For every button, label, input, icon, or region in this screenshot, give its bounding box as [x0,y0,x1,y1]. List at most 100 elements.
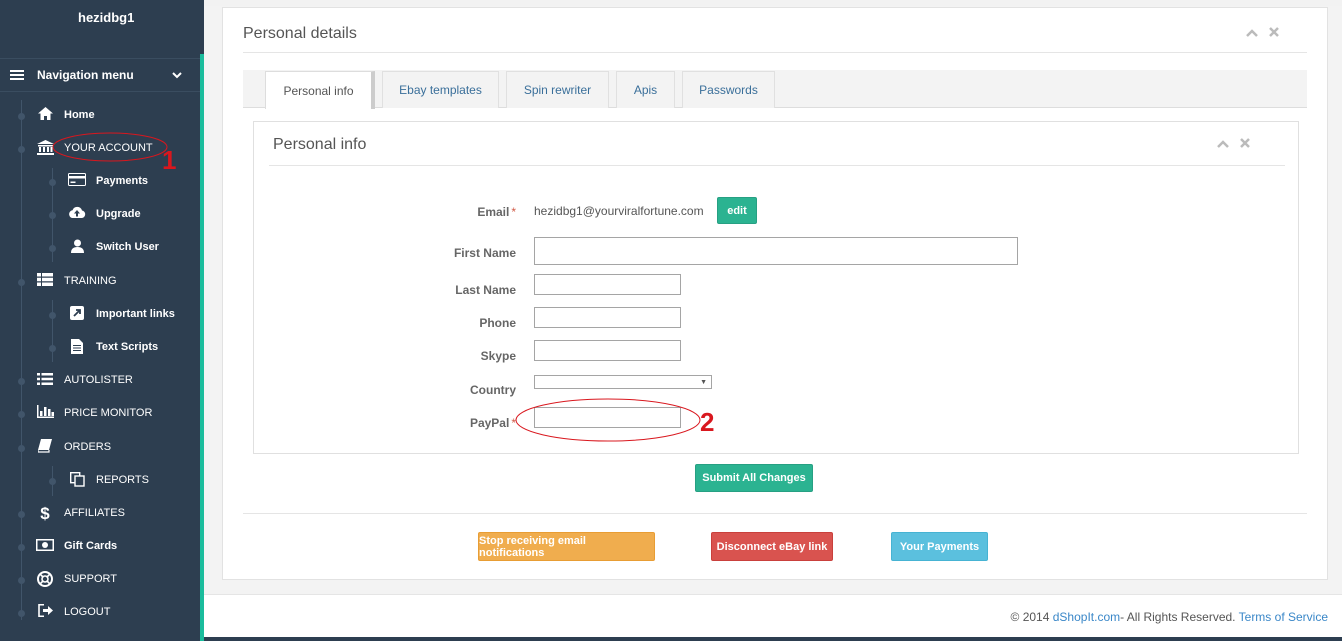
your-payments-button[interactable]: Your Payments [891,532,988,561]
divider [269,165,1285,166]
nav-dot [18,378,25,385]
nav-item-label: Important links [96,308,175,320]
menu-icon [10,70,24,80]
nav-item-important-links[interactable]: Important links [0,304,200,326]
tab-ebay-templates[interactable]: Ebay templates [382,71,499,108]
email-label: Email * [366,205,516,219]
nav-item-support[interactable]: SUPPORT [0,569,200,591]
nav-dot [49,245,56,252]
nav-item-price-monitor[interactable]: PRICE MONITOR [0,403,200,425]
submit-all-changes-button[interactable]: Submit All Changes [695,464,813,492]
first-name-input[interactable] [534,237,1018,265]
nav-item-label: REPORTS [96,474,149,486]
credit-card-icon [68,173,86,191]
nav-dot [49,312,56,319]
nav-item-affiliates[interactable]: $ AFFILIATES [0,503,200,525]
annotation-ellipse [515,398,701,442]
nav-item-upgrade[interactable]: Upgrade [0,204,200,226]
nav-item-switch-user[interactable]: Switch User [0,237,200,259]
annotation-number-2: 2 [700,407,715,437]
rights-text: - All Rights Reserved. [1120,610,1236,624]
skype-label: Skype [480,349,516,363]
nav-dot [18,411,25,418]
nav-item-label: Gift Cards [64,540,118,552]
nav-item-label: AFFILIATES [64,507,125,519]
close-icon[interactable] [1269,26,1279,40]
nav-item-text-scripts[interactable]: Text Scripts [0,337,200,359]
nav-dot [18,610,25,617]
brand-link[interactable]: dShopIt.com [1053,610,1120,624]
phone-label: Phone [479,316,516,330]
nav-dot [49,179,56,186]
skype-input[interactable] [534,340,681,361]
tab-passwords[interactable]: Passwords [682,71,775,108]
edit-email-button[interactable]: edit [717,197,757,224]
nav-dot [18,544,25,551]
list-ul-icon [36,372,54,390]
bar-chart-icon [36,405,54,423]
panel-tools [1245,26,1279,40]
nav-item-label: Home [64,109,95,121]
nav-dot [18,279,25,286]
personal-info-box: Personal info Email * hezidbg1@yourviralf… [253,121,1299,454]
cloud-upload-icon [68,206,86,224]
navigation-menu-label: Navigation menu [37,68,134,82]
nav-item-label: SUPPORT [64,573,117,585]
nav-item-logout[interactable]: LOGOUT [0,602,200,624]
copyright: © 2014 [1010,610,1050,624]
annotation-ellipse [52,132,168,162]
chevron-down-icon [172,68,182,82]
annotation-number-1: 1 [162,145,177,175]
nav-item-label: LOGOUT [64,606,111,618]
last-name-input[interactable] [534,274,681,295]
sidebar-accent-bar [200,54,204,641]
close-icon[interactable] [1240,137,1250,151]
nav-dot [49,478,56,485]
dropdown-arrow-icon: ▼ [700,379,707,386]
paypal-label-text: PayPal [469,416,510,430]
nav-item-label: Payments [96,175,148,187]
phone-input[interactable] [534,307,681,328]
nav-item-home[interactable]: Home [0,105,200,127]
collapse-icon[interactable] [1245,26,1269,40]
nav-item-gift-cards[interactable]: Gift Cards [0,536,200,558]
footer-text: © 2014 dShopIt.com- All Rights Reserved.… [1011,610,1328,624]
collapse-icon[interactable] [1216,137,1240,151]
username: hezidbg1 [78,10,135,25]
nav-item-label: Switch User [96,241,159,253]
divider [243,52,1307,53]
tab-bar: Personal info Ebay templates Spin rewrit… [243,70,1307,109]
nav-item-label: TRAINING [64,275,117,287]
nav-item-label: ORDERS [64,441,112,453]
divider [243,513,1307,514]
panel-title: Personal details [243,25,357,42]
sign-out-icon [36,603,54,622]
personal-details-panel: Personal details Personal info Ebay temp… [222,7,1328,580]
disconnect-ebay-button[interactable]: Disconnect eBay link [711,532,833,561]
tab-personal-info[interactable]: Personal info [265,71,375,109]
nav-item-reports[interactable]: REPORTS [0,470,200,492]
nav-dot [49,345,56,352]
copy-icon [68,471,86,490]
life-ring-icon [36,571,54,589]
nav-item-orders[interactable]: ORDERS [0,437,200,459]
nav-item-autolister[interactable]: AUTOLISTER [0,370,200,392]
file-text-icon [68,339,86,357]
navigation-menu-toggle[interactable]: Navigation menu [0,58,200,92]
tab-spin-rewriter[interactable]: Spin rewriter [506,71,609,108]
nav-item-label: Text Scripts [96,341,159,353]
nav-item-training[interactable]: TRAINING [0,271,200,293]
country-label: Country [470,383,516,397]
country-select[interactable]: ▼ [534,375,712,389]
money-icon [36,538,54,556]
box-tools [1216,137,1250,151]
stop-email-notifications-button[interactable]: Stop receiving email notifications [478,532,655,561]
nav-dot [49,212,56,219]
required-mark: * [511,205,516,219]
terms-of-service-link[interactable]: Terms of Service [1239,610,1328,624]
personal-info-title: Personal info [273,136,367,153]
nav-item-label: Upgrade [96,208,141,220]
user-icon [68,239,86,257]
last-name-label: Last Name [455,283,516,297]
tab-apis[interactable]: Apis [616,71,675,108]
